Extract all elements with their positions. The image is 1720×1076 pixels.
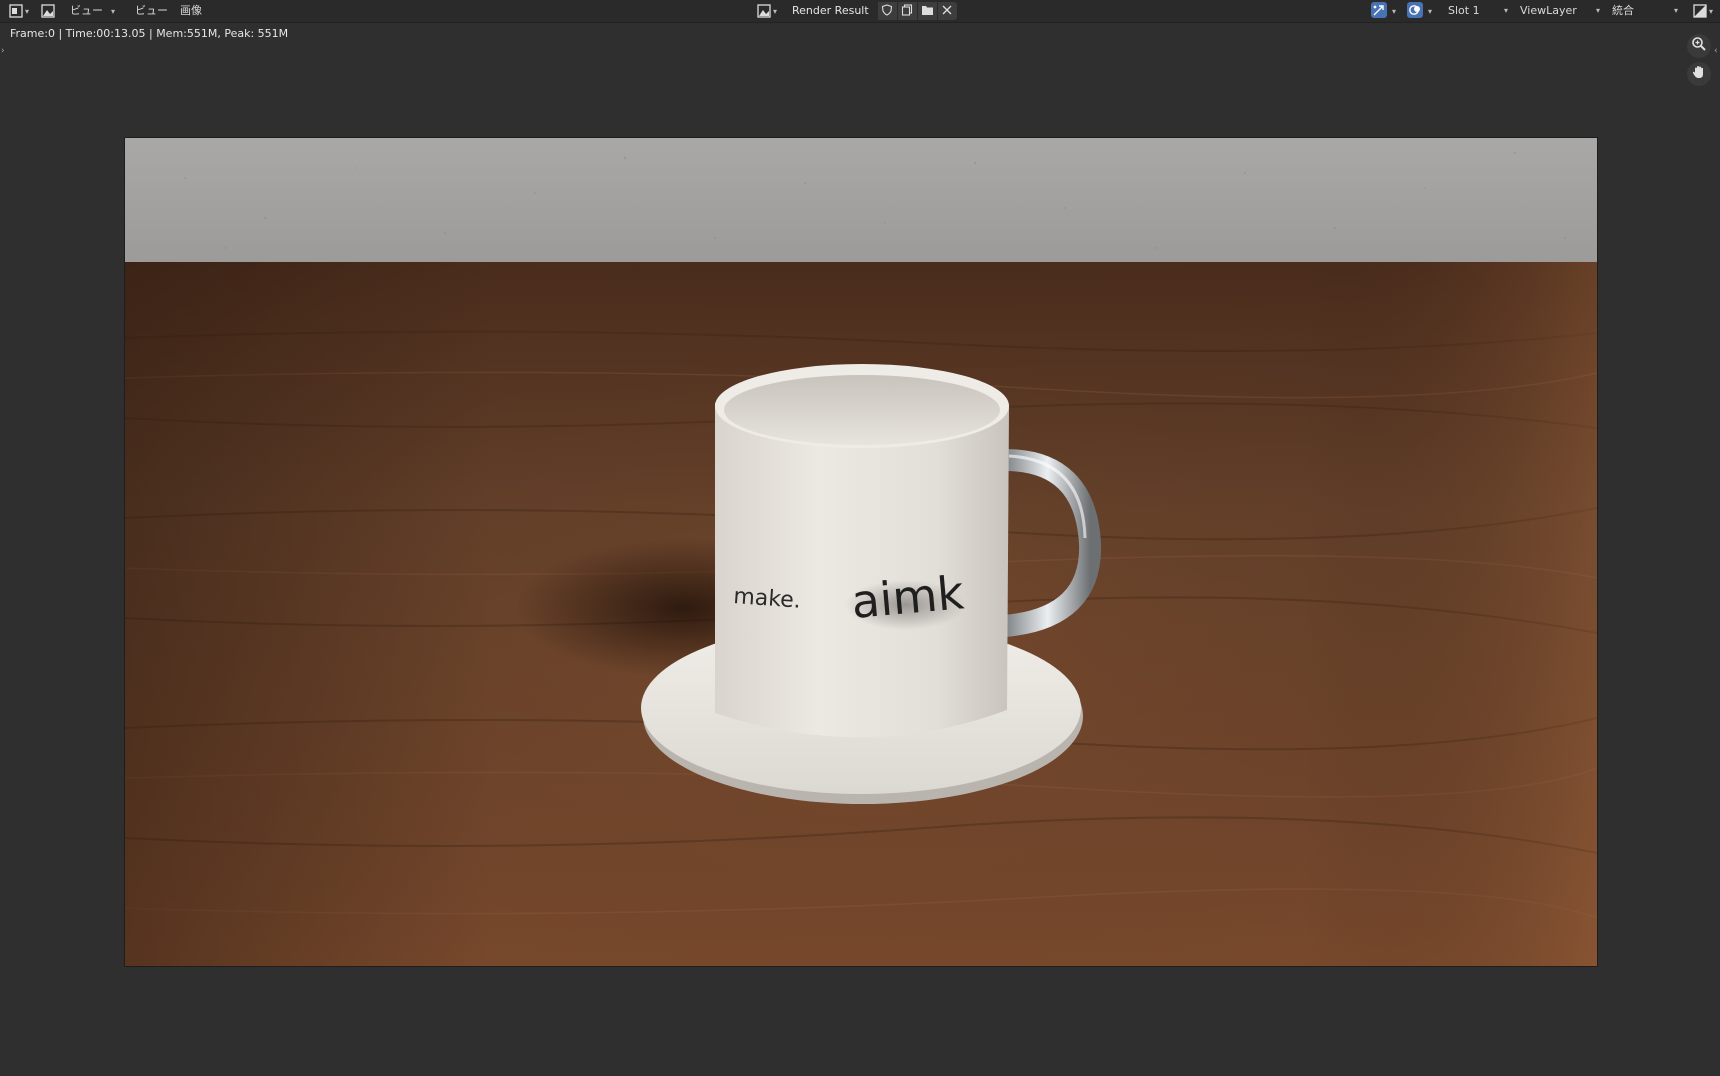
mug-body — [715, 403, 1009, 738]
slot-dropdown[interactable]: Slot 1 ▾ — [1442, 2, 1514, 20]
chevron-down-icon[interactable]: ▾ — [111, 7, 115, 16]
image-name-field[interactable]: Render Result — [784, 2, 877, 20]
browse-image-button[interactable]: ▾ — [754, 2, 780, 20]
chevron-down-icon: ▾ — [1503, 6, 1508, 15]
open-image-button[interactable] — [916, 2, 937, 20]
unlink-image-button[interactable] — [936, 2, 957, 20]
view-mode-button[interactable] — [38, 2, 58, 20]
chevron-down-icon: ▾ — [773, 6, 778, 16]
menu-view-2[interactable]: ビュー — [129, 2, 174, 20]
shield-icon — [881, 3, 893, 19]
header-right: ▾ ▾ Slot 1 ▾ ViewLayer ▾ 統合 ▾ ▾ — [1370, 1, 1716, 21]
zoom-icon — [1691, 36, 1707, 56]
wall — [125, 138, 1597, 262]
image-icon — [41, 4, 55, 18]
render-pass-label: 統合 — [1611, 4, 1634, 17]
overlay-icon — [1406, 1, 1423, 21]
close-icon — [942, 5, 952, 18]
image-datablock-selector: ▾ Render Result — [754, 1, 957, 21]
sidebar-expand-arrow[interactable]: ‹ — [1714, 46, 1718, 56]
chevron-down-icon: ▾ — [1708, 6, 1713, 16]
chevron-down-icon: ▾ — [25, 6, 30, 16]
render-image-canvas: make. aimk — [125, 138, 1597, 966]
render-pass-dropdown[interactable]: 統合 ▾ — [1606, 2, 1684, 20]
gizmo-toggle-button[interactable] — [1370, 1, 1388, 21]
mug-text-aimk: aimk — [849, 565, 966, 629]
toolbar-expand-arrow[interactable]: › — [1, 46, 5, 56]
gizmo-icon — [1370, 1, 1387, 21]
duplicate-icon — [901, 3, 913, 19]
new-image-button[interactable] — [896, 2, 917, 20]
display-channels-icon — [1693, 4, 1707, 18]
fake-user-button[interactable] — [876, 2, 897, 20]
image-editor-header: ▾ ビュー ▾ ビュー 画像 ▾ Render Result ▾ ▾ Slot … — [0, 0, 1720, 23]
folder-icon — [921, 4, 934, 19]
image-buttons — [876, 2, 957, 20]
render-stats: Frame:0 | Time:00:13.05 | Mem:551M, Peak… — [10, 27, 289, 40]
image-icon — [757, 4, 771, 18]
view-layer-dropdown[interactable]: ViewLayer ▾ — [1514, 2, 1606, 20]
render-result-image[interactable]: make. aimk — [124, 137, 1598, 967]
pan-button[interactable] — [1687, 62, 1711, 86]
mug-inside — [724, 375, 1000, 445]
image-editor-icon — [9, 4, 23, 18]
header-left: ▾ ビュー ▾ ビュー 画像 — [6, 1, 208, 21]
view-layer-label: ViewLayer — [1519, 4, 1577, 17]
overlay-toggle-button[interactable] — [1406, 1, 1424, 21]
menu-view-1[interactable]: ビュー — [64, 2, 109, 20]
editor-type-button[interactable]: ▾ — [6, 2, 32, 20]
chevron-down-icon[interactable]: ▾ — [1392, 7, 1396, 16]
zoom-button[interactable] — [1687, 34, 1711, 58]
hand-icon — [1691, 64, 1707, 84]
display-channels-button[interactable]: ▾ — [1690, 2, 1716, 20]
mug-text-make: make. — [733, 584, 802, 614]
chevron-down-icon: ▾ — [1673, 6, 1678, 15]
chevron-down-icon: ▾ — [1595, 6, 1600, 15]
menu-image[interactable]: 画像 — [174, 2, 208, 20]
slot-label: Slot 1 — [1447, 4, 1480, 17]
navigation-gizmo — [1684, 34, 1714, 88]
chevron-down-icon[interactable]: ▾ — [1428, 7, 1432, 16]
